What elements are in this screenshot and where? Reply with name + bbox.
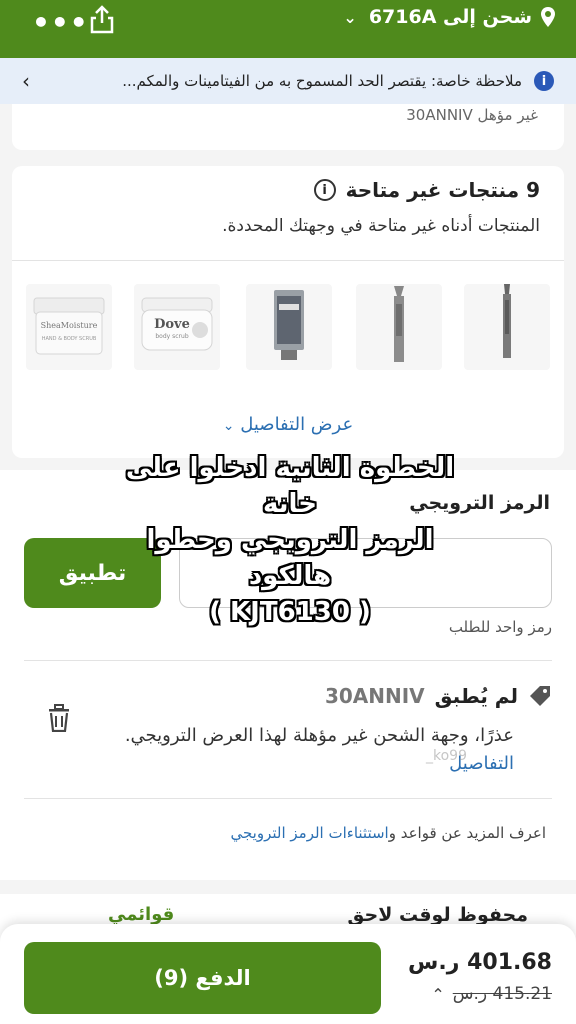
jar-icon: Dove body scrub (141, 297, 213, 351)
order-total: 401.68 ر.س (408, 950, 552, 975)
show-details-label: عرض التفاصيل (240, 414, 354, 435)
original-total: 415.21 ر.س (452, 984, 552, 1004)
rules-prefix: اعرف المزيد عن قواعد و (388, 824, 546, 842)
dove-sub: body scrub (155, 333, 188, 340)
rules-link[interactable]: استثناءات الرمز الترويجي (230, 824, 388, 842)
overlay-line-2: الرمز الترويجي وحطوا هالكود (146, 525, 434, 591)
unavailable-title-row: 9 منتجات غير متاحة i (313, 178, 540, 202)
promo-ineligible-card: غير مؤهل 30ANNIV (12, 104, 564, 150)
product-thumb[interactable] (246, 284, 332, 370)
divider (24, 660, 552, 661)
chevron-down-icon: ⌄ (343, 7, 357, 27)
jar-icon: SheaMoisture HAND & BODY SCRUB (33, 297, 105, 355)
unavailable-subtitle: المنتجات أدناه غير متاحة في وجهتك المحدد… (222, 216, 540, 236)
instruction-overlay: الخطوة الثانية ادخلوا على خانة الرمز الت… (110, 450, 470, 630)
more-options-icon[interactable]: ••• (32, 6, 89, 39)
pencil-icon (394, 286, 404, 362)
location-pin-icon (541, 7, 555, 27)
shipping-label: شحن إلى 6716A (368, 6, 532, 28)
notice-text: ملاحظة خاصة: يقتصر الحد المسموح به من ال… (122, 72, 522, 90)
overlay-line-3: ( KJT6130 ) (209, 597, 371, 627)
original-total-row[interactable]: 415.21 ر.س ⌃ (431, 984, 552, 1004)
divider (24, 798, 552, 799)
applied-code-row: لم يُطبق 30ANNIV (325, 684, 552, 708)
product-thumbnails: SheaMoisture HAND & BODY SCRUB Dove body… (26, 284, 556, 372)
trash-icon[interactable] (46, 704, 72, 732)
product-thumb[interactable]: SheaMoisture HAND & BODY SCRUB (26, 284, 112, 370)
checkout-bar: الدفع (9) 401.68 ر.س 415.21 ر.س ⌃ (0, 924, 576, 1024)
dove-label: Dove (154, 317, 190, 332)
promo-code-value: 30ANNIV (324, 684, 425, 708)
svg-text:SheaMoisture: SheaMoisture (41, 321, 98, 330)
divider (12, 260, 564, 261)
share-icon[interactable] (88, 4, 116, 34)
info-icon[interactable]: i (313, 179, 336, 201)
unavailable-title: 9 منتجات غير متاحة (345, 178, 540, 202)
my-lists-tab[interactable]: قوائمي (108, 904, 174, 925)
chevron-left-icon: › (22, 69, 30, 93)
promo-rules: اعرف المزيد عن قواعد واستثناءات الرمز ال… (230, 824, 546, 842)
ineligible-text: غير مؤهل 30ANNIV (406, 106, 538, 124)
pay-button[interactable]: الدفع (9) (24, 942, 381, 1014)
info-icon: i (534, 71, 554, 91)
not-applied-status: لم يُطبق (434, 684, 518, 708)
product-thumb[interactable] (356, 284, 442, 370)
tag-icon (530, 686, 550, 706)
product-thumb[interactable] (464, 284, 550, 370)
sorry-text: عذرًا، وجهة الشحن غير مؤهلة لهذا العرض ا… (124, 725, 514, 746)
svg-text:HAND & BODY SCRUB: HAND & BODY SCRUB (42, 336, 97, 342)
top-bar: ••• شحن إلى 6716A ⌄ (0, 0, 576, 58)
overlay-line-1: الخطوة الثانية ادخلوا على خانة (125, 453, 455, 519)
shipping-destination-selector[interactable]: شحن إلى 6716A ⌄ (343, 6, 556, 28)
pencil-icon (503, 284, 511, 358)
chevron-up-icon: ⌃ (431, 984, 445, 1004)
watermark: _ko99 (426, 748, 467, 764)
tube-icon (274, 290, 304, 360)
special-note-banner[interactable]: i ملاحظة خاصة: يقتصر الحد المسموح به من … (0, 58, 576, 104)
show-details-link[interactable]: عرض التفاصيل ⌄ (12, 414, 564, 435)
unavailable-products-card: 9 منتجات غير متاحة i المنتجات أدناه غير … (12, 166, 564, 458)
product-thumb[interactable]: Dove body scrub (134, 284, 220, 370)
chevron-down-icon: ⌄ (222, 418, 235, 434)
saved-for-later-tab[interactable]: محفوظ لوقت لاحق (347, 904, 528, 926)
